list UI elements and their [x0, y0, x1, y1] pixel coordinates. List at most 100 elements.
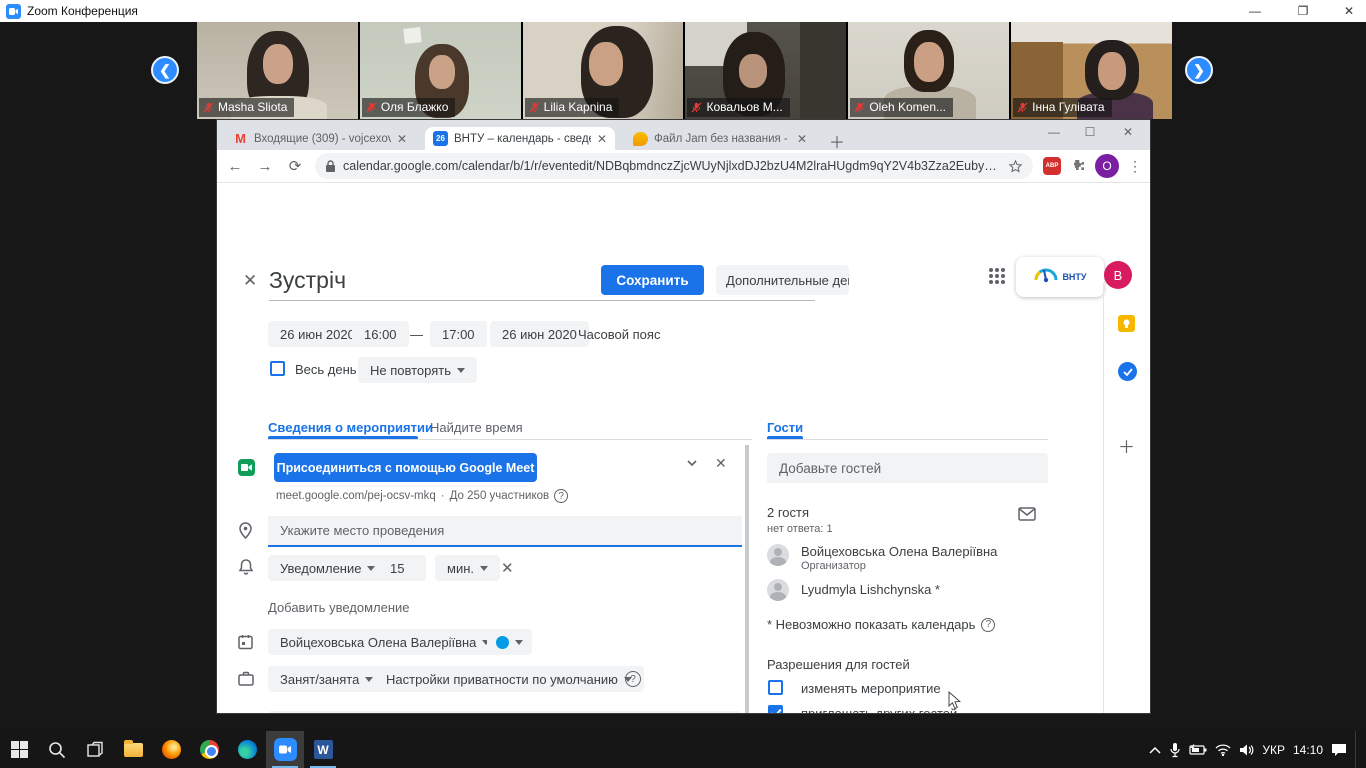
browser-profile-avatar[interactable]: O [1095, 154, 1119, 178]
help-icon[interactable]: ? [554, 489, 568, 503]
zoom-close-button[interactable]: ✕ [1332, 0, 1366, 22]
reload-button[interactable]: ⟳ [285, 157, 305, 175]
tray-chevron-up-icon[interactable] [1149, 746, 1161, 754]
tab-event-details[interactable]: Сведения о мероприятии [268, 420, 433, 435]
zoom-taskbar-button[interactable] [266, 731, 304, 768]
tab-find-time[interactable]: Найдите время [430, 420, 523, 435]
google-apps-grid-icon[interactable] [989, 268, 1007, 286]
taskbar-search-button[interactable] [38, 731, 76, 768]
guest-name[interactable]: Lyudmyla Lishchynska * [801, 582, 940, 597]
meet-options-chevron-icon[interactable] [685, 456, 699, 470]
scroll-participants-left-button[interactable]: ❮ [151, 56, 179, 84]
calendar-select-dropdown[interactable]: Войцеховська Олена Валеріївна [268, 629, 502, 655]
description-editor[interactable]: B I U 12 Добавьте описание [268, 711, 742, 713]
tab-guests[interactable]: Гости [767, 420, 803, 435]
get-addons-button[interactable]: ＋ [1118, 433, 1135, 458]
zoom-icon [274, 738, 297, 761]
video-tile[interactable]: Oleh Komen... [848, 22, 1009, 119]
notification-value-input[interactable]: 15 [378, 555, 426, 581]
video-tile[interactable]: Masha Sliota [197, 22, 358, 119]
location-input[interactable] [268, 516, 742, 547]
tray-volume-icon[interactable] [1239, 744, 1254, 756]
permission-label: изменять мероприятие [801, 681, 941, 696]
tab-close-icon[interactable]: ✕ [797, 132, 807, 146]
end-date-chip[interactable]: 26 июн 2020 [490, 321, 589, 347]
extensions-puzzle-icon[interactable] [1070, 158, 1086, 174]
tray-wifi-icon[interactable] [1215, 744, 1231, 756]
timezone-link[interactable]: Часовой пояс [578, 327, 660, 342]
browser-maximize-button[interactable]: ☐ [1075, 122, 1105, 142]
zoom-minimize-button[interactable]: — [1238, 0, 1272, 22]
event-color-dropdown[interactable] [487, 629, 532, 655]
bookmark-star-icon[interactable] [1008, 159, 1023, 174]
email-guests-icon[interactable] [1018, 507, 1036, 521]
keep-icon[interactable] [1118, 315, 1135, 332]
remove-notification-button[interactable]: ✕ [501, 559, 514, 577]
left-pane-scrollbar[interactable] [745, 445, 749, 713]
close-editor-button[interactable]: ✕ [243, 271, 257, 291]
more-actions-button[interactable]: Дополнительные действия [716, 265, 849, 295]
tray-microphone-icon[interactable] [1169, 742, 1181, 758]
start-time-chip[interactable]: 16:00 [352, 321, 409, 347]
join-meet-button[interactable]: Присоединиться с помощью Google Meet [274, 453, 537, 482]
firefox-button[interactable] [152, 731, 190, 768]
adblock-extension-icon[interactable]: ABP [1043, 157, 1061, 175]
guest-avatar [767, 579, 789, 601]
edge-button[interactable] [228, 731, 266, 768]
clock[interactable]: 14:10 [1293, 743, 1323, 757]
address-bar[interactable]: calendar.google.com/calendar/b/1/r/event… [315, 153, 1033, 179]
start-button[interactable] [0, 731, 38, 768]
task-view-button[interactable] [76, 731, 114, 768]
save-button[interactable]: Сохранить [601, 265, 704, 295]
busy-status-dropdown[interactable]: Занят/занята [268, 666, 385, 692]
forward-button[interactable]: → [255, 158, 275, 175]
notification-type-dropdown[interactable]: Уведомление [268, 555, 387, 581]
keyboard-language[interactable]: УКР [1262, 743, 1285, 757]
word-taskbar-button[interactable]: W [304, 731, 342, 768]
visibility-dropdown[interactable]: Настройки приватности по умолчанию [374, 666, 644, 692]
show-desktop-button[interactable] [1355, 731, 1360, 768]
add-notification-link[interactable]: Добавить уведомление [268, 600, 410, 615]
zoom-restore-button[interactable]: ❐ [1286, 0, 1320, 22]
video-tile[interactable]: Інна Гулівата [1011, 22, 1172, 119]
help-icon[interactable]: ? [981, 618, 995, 632]
tab-gmail[interactable]: M Входящие (309) - vojcexovska.o ✕ [225, 127, 415, 150]
permission-invite-checkbox[interactable] [768, 705, 783, 713]
chrome-button[interactable] [190, 731, 228, 768]
participant-name: Оля Блажко [381, 100, 449, 114]
tasks-icon[interactable] [1118, 362, 1137, 381]
file-explorer-button[interactable] [114, 731, 152, 768]
chrome-menu-icon[interactable]: ⋮ [1128, 158, 1142, 175]
video-tile[interactable]: Ковальов М... [685, 22, 846, 119]
participant-nametag: Oleh Komen... [850, 98, 953, 117]
scroll-participants-right-button[interactable]: ❯ [1185, 56, 1213, 84]
event-color-swatch [496, 636, 509, 649]
tab-jamboard[interactable]: Файл Jam без названия - Googl ✕ [625, 127, 815, 150]
end-time-chip[interactable]: 17:00 [430, 321, 487, 347]
participant-nametag: Masha Sliota [199, 98, 294, 117]
tab-close-icon[interactable]: ✕ [597, 132, 607, 146]
video-tile[interactable]: Lilia Kapnina [523, 22, 684, 119]
tray-battery-icon[interactable] [1189, 744, 1207, 755]
windows-taskbar: W УКР 14:10 [0, 731, 1366, 768]
action-center-icon[interactable] [1331, 743, 1347, 757]
back-button[interactable]: ← [225, 158, 245, 175]
meet-link[interactable]: meet.google.com/pej-ocsv-mkq [276, 490, 436, 502]
meet-link-row: meet.google.com/pej-ocsv-mkq · До 250 уч… [276, 489, 568, 503]
tab-calendar-active[interactable]: 26 ВНТУ – календарь - сведения о ✕ [425, 127, 615, 150]
recurrence-dropdown[interactable]: Не повторять [358, 357, 477, 383]
browser-minimize-button[interactable]: — [1039, 122, 1069, 142]
all-day-checkbox[interactable] [270, 361, 285, 376]
browser-close-button[interactable]: ✕ [1113, 122, 1143, 142]
account-avatar[interactable]: B [1104, 261, 1132, 289]
guest-name[interactable]: Войцеховська Олена Валеріївна [801, 544, 997, 559]
tab-close-icon[interactable]: ✕ [397, 132, 407, 146]
permission-modify-checkbox[interactable] [768, 680, 783, 695]
remove-meet-button[interactable]: ✕ [715, 455, 727, 472]
chevron-down-icon [367, 566, 375, 575]
visibility-help-icon[interactable]: ? [625, 671, 641, 687]
notification-unit-dropdown[interactable]: мин. [435, 555, 500, 581]
event-title-input[interactable]: Зустріч [269, 267, 346, 294]
video-tile[interactable]: Оля Блажко [360, 22, 521, 119]
add-guests-input[interactable] [767, 453, 1048, 483]
